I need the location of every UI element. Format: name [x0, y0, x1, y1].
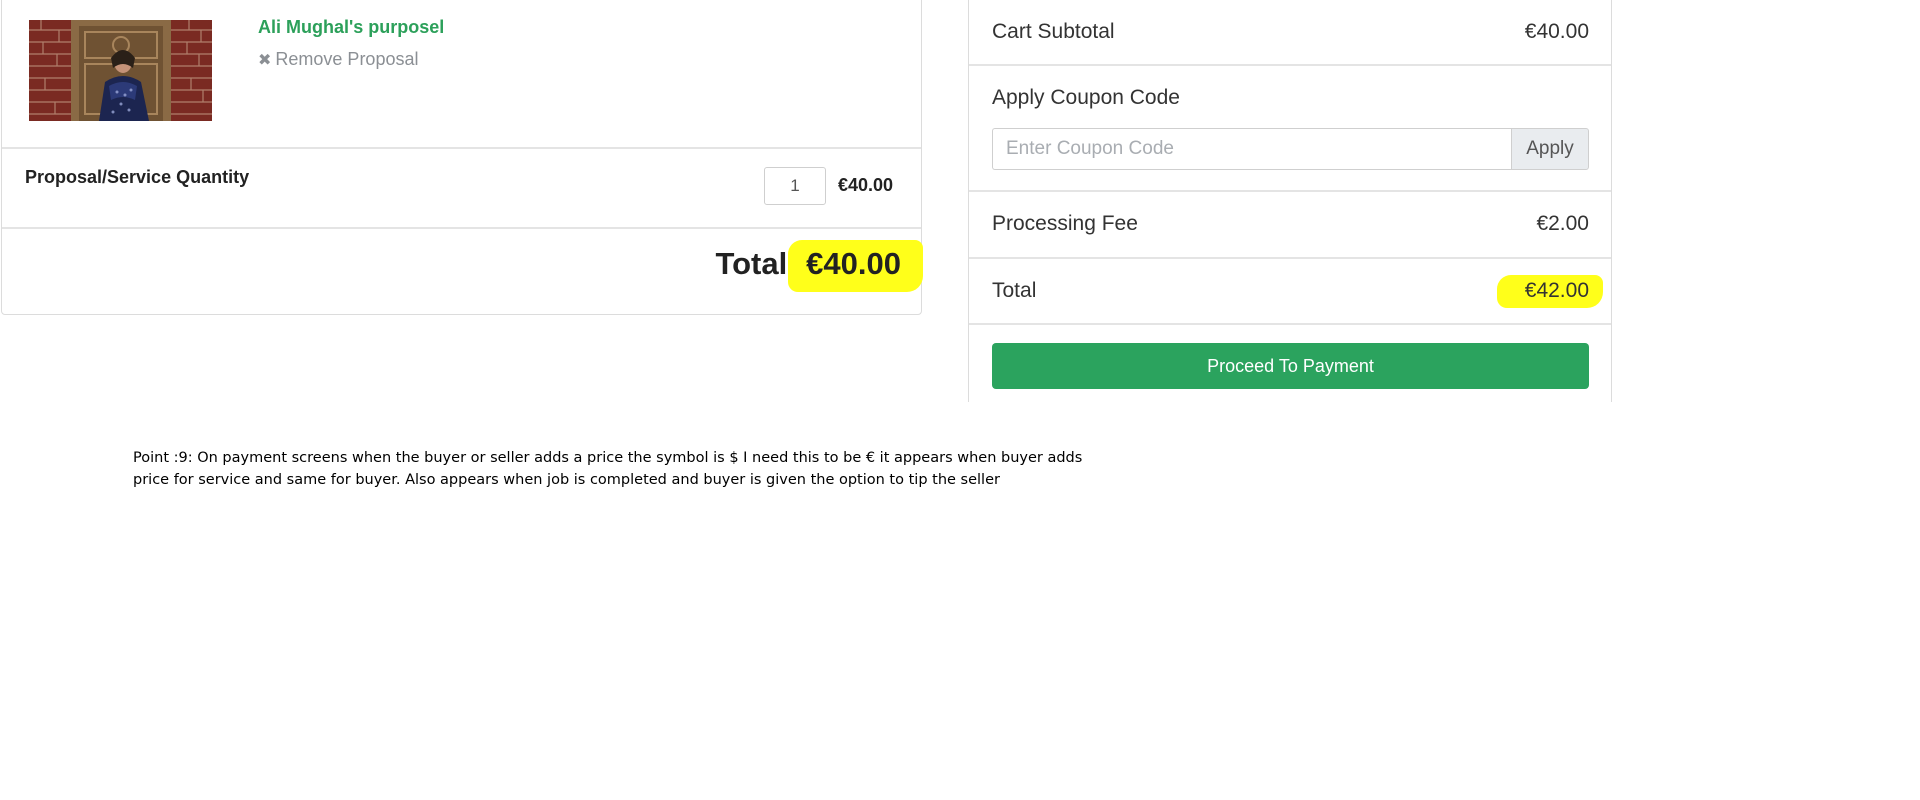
- annotation-note: Point :9: On payment screens when the bu…: [133, 447, 1133, 491]
- summary-total-value: €42.00: [1524, 279, 1589, 302]
- subtotal-value: €40.00: [1524, 20, 1589, 43]
- cart-total-value: €40.00: [806, 246, 901, 281]
- note-line-1: Point :9: On payment screens when the bu…: [133, 450, 1083, 466]
- coupon-code-input[interactable]: [992, 128, 1511, 170]
- processing-fee-row: Processing Fee €2.00: [969, 192, 1611, 259]
- order-summary-card: Cart Subtotal €40.00 Apply Coupon Code A…: [968, 0, 1612, 402]
- summary-total-row: Total €42.00: [969, 259, 1611, 325]
- proceed-to-payment-button[interactable]: Proceed To Payment: [992, 343, 1589, 389]
- cart-card: Ali Mughal's purposel ✖ Remove Proposal P…: [1, 0, 923, 315]
- summary-total-label: Total: [992, 279, 1037, 302]
- proposal-thumbnail[interactable]: [29, 20, 212, 121]
- processing-fee-value: €2.00: [1536, 212, 1589, 235]
- remove-proposal-link[interactable]: ✖ Remove Proposal: [258, 49, 418, 70]
- coupon-row: Apply Coupon Code Apply: [969, 66, 1611, 192]
- cart-total: Total: €40.00: [715, 240, 923, 292]
- subtotal-label: Cart Subtotal: [992, 20, 1115, 43]
- quantity-label: Proposal/Service Quantity: [25, 167, 250, 187]
- apply-coupon-button[interactable]: Apply: [1511, 128, 1589, 170]
- cart-total-label: Total:: [715, 246, 798, 281]
- subtotal-row: Cart Subtotal €40.00: [969, 0, 1611, 66]
- note-line-2: price for service and same for buyer. Al…: [133, 472, 1000, 488]
- summary-total-highlight: €42.00: [1496, 275, 1603, 308]
- cart-total-highlight: €40.00: [788, 240, 923, 292]
- coupon-input-group: Apply: [992, 128, 1589, 170]
- quantity-input[interactable]: [764, 167, 826, 205]
- processing-fee-label: Processing Fee: [992, 212, 1138, 235]
- coupon-heading: Apply Coupon Code: [992, 86, 1180, 109]
- line-price: €40.00: [838, 175, 894, 195]
- close-x-icon: ✖: [258, 52, 272, 69]
- quantity-row: Proposal/Service Quantity €40.00: [2, 149, 921, 229]
- remove-proposal-label: Remove Proposal: [275, 49, 419, 69]
- cart-total-row: Total: €40.00: [2, 231, 923, 314]
- summary-total: €42.00: [1496, 275, 1603, 308]
- proposal-row: Ali Mughal's purposel ✖ Remove Proposal: [2, 0, 921, 149]
- proposal-title-link[interactable]: Ali Mughal's purposel: [258, 17, 444, 38]
